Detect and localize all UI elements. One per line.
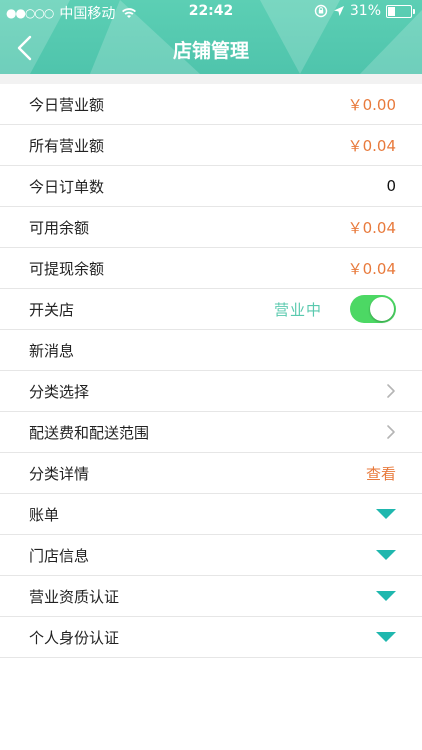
page-title: 店铺管理 [172, 40, 249, 62]
view-link[interactable]: 查看 [366, 463, 396, 484]
row-label: 门店信息 [29, 546, 90, 565]
nav-bar: 店铺管理 [0, 24, 422, 72]
row-store-open-toggle: 开关店 营业中 [0, 289, 422, 330]
row-identity-verification[interactable]: 个人身份认证 [0, 617, 422, 658]
row-label: 分类详情 [29, 464, 90, 483]
row-delivery-settings[interactable]: 配送费和配送范围 [0, 412, 422, 453]
store-open-switch[interactable] [350, 295, 396, 323]
triangle-down-icon [376, 550, 396, 560]
header: ●●○○○ 中国移动 22:42 31% 店铺管理 [0, 0, 422, 74]
row-today-orders: 今日订单数 0 [0, 166, 422, 207]
row-available-balance: 可用余额 ￥0.04 [0, 207, 422, 248]
row-label: 可提现余额 [29, 259, 105, 278]
row-withdrawable-balance: 可提现余额 ￥0.04 [0, 248, 422, 289]
section-spacer [0, 74, 422, 84]
row-label: 分类选择 [29, 382, 90, 401]
row-category-details: 分类详情 查看 [0, 453, 422, 494]
row-label: 所有营业额 [29, 136, 105, 155]
row-value: ￥0.04 [347, 259, 396, 278]
row-value: ￥0.04 [347, 218, 396, 237]
location-icon [333, 6, 344, 16]
chevron-right-icon [387, 384, 395, 398]
row-label: 开关店 [29, 300, 75, 319]
row-new-messages[interactable]: 新消息 [0, 330, 422, 371]
battery-icon [386, 4, 415, 18]
row-label: 可用余额 [29, 218, 90, 237]
rotation-lock-icon [314, 4, 328, 18]
switch-knob [370, 297, 394, 321]
store-status-text: 营业中 [273, 300, 322, 319]
row-total-revenue: 所有营业额 ￥0.04 [0, 125, 422, 166]
row-label: 营业资质认证 [29, 587, 120, 606]
settings-list: 今日营业额 ￥0.00 所有营业额 ￥0.04 今日订单数 0 可用余额 ￥0.… [0, 84, 422, 658]
row-label: 今日营业额 [29, 95, 105, 114]
row-bill[interactable]: 账单 [0, 494, 422, 535]
row-value: 0 [386, 177, 396, 195]
row-label: 新消息 [29, 341, 75, 360]
row-value: ￥0.00 [347, 95, 396, 114]
row-store-info[interactable]: 门店信息 [0, 535, 422, 576]
row-value: ￥0.04 [347, 136, 396, 155]
row-business-license[interactable]: 营业资质认证 [0, 576, 422, 617]
status-bar: ●●○○○ 中国移动 22:42 31% [0, 0, 422, 24]
row-label: 今日订单数 [29, 177, 105, 196]
triangle-down-icon [376, 509, 396, 519]
row-label: 账单 [29, 505, 60, 524]
battery-percent: 31% [349, 3, 381, 19]
row-label: 配送费和配送范围 [29, 423, 150, 442]
triangle-down-icon [376, 591, 396, 601]
row-category-select[interactable]: 分类选择 [0, 371, 422, 412]
chevron-right-icon [387, 425, 395, 439]
row-label: 个人身份认证 [29, 628, 120, 647]
row-today-revenue: 今日营业额 ￥0.00 [0, 84, 422, 125]
triangle-down-icon [376, 632, 396, 642]
